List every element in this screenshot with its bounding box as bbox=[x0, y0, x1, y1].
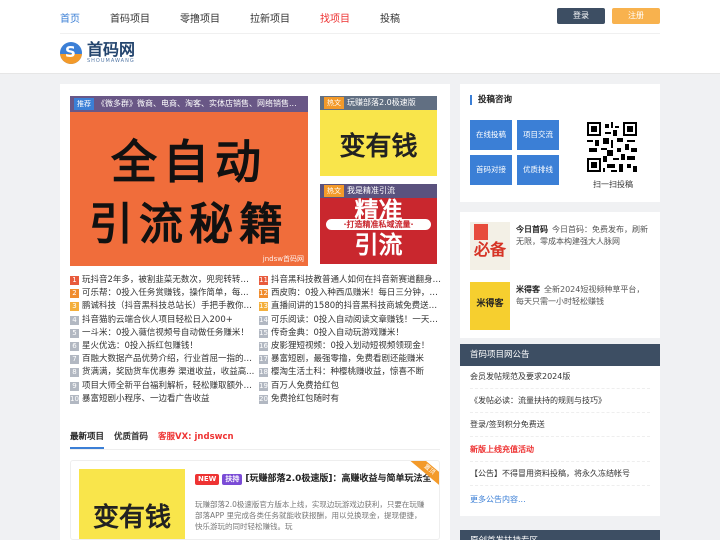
post-card[interactable]: 变有钱 NEW 扶持 [玩赚部落2.0极速版]：高赚收益与简单玩法全解析 玩赚部落2… bbox=[70, 460, 440, 540]
divider bbox=[470, 485, 650, 486]
list-item[interactable]: 9 项目大师全新平台福利解析，轻松赚取额外收... bbox=[70, 380, 255, 393]
list-item[interactable]: 11 抖音黑科技教普通人如何在抖音新赛道翻身，... bbox=[259, 274, 444, 287]
announcement-panel: 首码项目网公告 会员发帖规范及要求2024版 《发帖必读：流量扶持的规则与技巧》… bbox=[460, 344, 660, 516]
nav-lingru[interactable]: 零撸项目 bbox=[180, 10, 220, 25]
thumb2-sub: ·打造精准私域流量· bbox=[326, 219, 431, 230]
list-item[interactable]: 6 星火优选：0投入拆红包赚钱！ bbox=[70, 340, 255, 353]
main-content: 推荐 《微多群》微商、电商、淘客、实体店销售、网络销售... 全自动 引流秘籍 j… bbox=[60, 84, 450, 540]
logo-name: 首码网 bbox=[87, 40, 136, 59]
list-item[interactable]: 13 直播间讲的1580的抖音黑科技商城免费送，... bbox=[259, 300, 444, 313]
announcement-item[interactable]: 会员发帖规范及要求2024版 bbox=[470, 371, 570, 382]
list-item[interactable]: 18 樱淘生活土科：种樱桃赚收益，惊喜不断 bbox=[259, 366, 444, 379]
submit-panel: 投稿咨询 在线投稿 项目交流 首码对接 优质排线 扫一扫投稿 bbox=[460, 84, 660, 202]
entry-thumbnail-text: 米得客 bbox=[476, 299, 504, 309]
register-button[interactable]: 注册 bbox=[612, 8, 660, 24]
list-item[interactable]: 20 免费抢红包随时有 bbox=[259, 393, 444, 406]
thumb1-badge: 热文 bbox=[324, 97, 344, 109]
entry-thumbnail: 米得客 bbox=[470, 282, 510, 330]
announcement-item[interactable]: 登录/签到积分免费送 bbox=[470, 419, 545, 430]
featured-thumb-1[interactable]: 热文 玩赚部落2.0极速版 变有钱 bbox=[320, 96, 437, 176]
nav-submit[interactable]: 投稿 bbox=[380, 10, 400, 25]
thumb2-caption: 我是精准引流 bbox=[347, 186, 395, 195]
list-item[interactable]: 1 玩抖音2年多，被割韭菜无数次，兜兜转转来... bbox=[70, 274, 255, 287]
nav-laxin[interactable]: 拉新项目 bbox=[250, 10, 290, 25]
thumb1-text: 变有钱 bbox=[339, 132, 418, 162]
post-thumbnail[interactable]: 变有钱 bbox=[79, 469, 185, 539]
featured-thumb-2[interactable]: 热文 我是精准引流 精准 ·打造精准私域流量· 引流 bbox=[320, 184, 437, 264]
tab-service[interactable]: 客服VX: jndswcn bbox=[158, 430, 234, 449]
announcement-title: 首码项目网公告 bbox=[460, 344, 660, 366]
nav-divider bbox=[60, 33, 660, 34]
original-support-panel: 原创首发扶持专区 bbox=[460, 530, 660, 540]
announcement-item[interactable]: 《发帖必读：流量扶持的规则与技巧》 bbox=[470, 395, 606, 406]
submit-online-button[interactable]: 在线投稿 bbox=[470, 120, 512, 150]
hero-line1: 全自动 bbox=[111, 135, 267, 189]
entry-item[interactable]: 米得客 米得客 全新2024短视频种草平台，每天只需一小时轻松赚钱 bbox=[470, 282, 652, 330]
top-header: 首页 首码项目 零撸项目 拉新项目 找项目 投稿 登录 注册 S 首码网 SHO… bbox=[0, 0, 720, 74]
list-item[interactable]: 17 暴富短剧，最强零撸，免费看剧还能赚米 bbox=[259, 353, 444, 366]
entry-name: 米得客 bbox=[516, 285, 540, 294]
announcement-item[interactable]: 【公告】不得冒用资料投稿，将永久冻结帐号 bbox=[470, 468, 630, 479]
hero-caption-bar: 推荐 《微多群》微商、电商、淘客、实体店销售、网络销售... bbox=[70, 96, 308, 112]
hero-watermark: jndsw首码网 bbox=[262, 255, 304, 263]
entry-thumbnail: 必备 bbox=[470, 222, 510, 270]
submit-panel-title: 投稿咨询 bbox=[470, 95, 512, 105]
hero-line2: 引流秘籍 bbox=[89, 199, 289, 250]
hero-badge: 推荐 bbox=[74, 98, 94, 110]
tab-latest[interactable]: 最新项目 bbox=[70, 430, 105, 449]
nav-home[interactable]: 首页 bbox=[60, 10, 80, 25]
hot-list-right: 11 抖音黑科技教普通人如何在抖音新赛道翻身，... 12 西皮购：0投入种西瓜赚米… bbox=[259, 274, 444, 406]
list-item[interactable]: 16 皮影狸短视频：0投入划动短视频领现金！ bbox=[259, 340, 444, 353]
logo-icon: S bbox=[60, 42, 82, 64]
list-item[interactable]: 7 百融大数据产品优势介绍，行业首屈一指的大... bbox=[70, 353, 255, 366]
logo-sub: SHOUMAWANG bbox=[87, 58, 135, 64]
list-item[interactable]: 19 百万人免费拾红包 bbox=[259, 380, 444, 393]
post-excerpt: 玩赚部落2.0极速版官方版本上线，实现边玩游戏边获利，只要在玩赚部落APP 里完… bbox=[195, 500, 425, 531]
list-item[interactable]: 4 抖音猫豹云端合伙人项目轻松日入200+ bbox=[70, 314, 255, 327]
list-item[interactable]: 3 鹏诚科技（抖音黑科技总站长）手把手教你如... bbox=[70, 300, 255, 313]
content-tabs: 最新项目 优质首码 客服VX: jndswcn bbox=[70, 430, 244, 449]
tabs-divider bbox=[70, 449, 440, 450]
list-item[interactable]: 5 一斗米：0投入薇信视频号自动做任务赚米！ bbox=[70, 327, 255, 340]
announcement-item-highlight[interactable]: 新版上线充值活动 bbox=[470, 444, 534, 455]
qr-caption: 扫一扫投稿 bbox=[593, 180, 633, 189]
post-title[interactable]: NEW 扶持 [玩赚部落2.0极速版]：高赚收益与简单玩法全解析 bbox=[195, 471, 431, 485]
list-item[interactable]: 8 货满满，奖励货车优惠券 渠道收益，收益高... bbox=[70, 366, 255, 379]
hero-banner[interactable]: 推荐 《微多群》微商、电商、淘客、实体店销售、网络销售... 全自动 引流秘籍 j… bbox=[70, 96, 308, 266]
entry-name: 今日首码 bbox=[516, 225, 548, 234]
project-exchange-button[interactable]: 项目交流 bbox=[517, 120, 559, 150]
more-announcements-link[interactable]: 更多公告内容... bbox=[470, 494, 526, 505]
main-nav: 首页 首码项目 零撸项目 拉新项目 找项目 投稿 bbox=[60, 0, 430, 34]
qr-code-icon bbox=[587, 122, 637, 172]
hot-list-left: 1 玩抖音2年多，被割韭菜无数次，兜兜转转来... 2 可乐帮：0投入任务赏赚钱，操… bbox=[70, 274, 255, 406]
nav-shouma[interactable]: 首码项目 bbox=[110, 10, 150, 25]
new-badge: NEW bbox=[195, 474, 220, 485]
list-item[interactable]: 12 西皮购：0投入种西瓜赚米！每日三分钟，每... bbox=[259, 287, 444, 300]
thumb2-badge: 热文 bbox=[324, 185, 344, 197]
divider bbox=[470, 388, 650, 389]
recommend-panel: 必备 今日首码 今日首码：免费发布，刷新无限，零成本构建强大人脉网 米得客 米得客… bbox=[460, 212, 660, 338]
entry-item[interactable]: 必备 今日首码 今日首码：免费发布，刷新无限，零成本构建强大人脉网 bbox=[470, 222, 652, 270]
tab-quality[interactable]: 优质首码 bbox=[114, 430, 148, 449]
post-title-text: [玩赚部落2.0极速版]：高赚收益与简单玩法全解析 bbox=[245, 474, 431, 484]
shouma-docking-button[interactable]: 首码对接 bbox=[470, 155, 512, 185]
entry-thumbnail-text: 必备 bbox=[473, 240, 506, 259]
divider bbox=[470, 461, 650, 462]
site-logo[interactable]: S 首码网 SHOUMAWANG bbox=[60, 40, 135, 66]
thumb2-text2: 引流 bbox=[354, 230, 403, 259]
post-thumbnail-text: 变有钱 bbox=[92, 503, 171, 533]
list-item[interactable]: 10 暴富短剧小程序、一边看广告收益 bbox=[70, 393, 255, 406]
divider bbox=[470, 412, 650, 413]
thumb1-caption: 玩赚部落2.0极速版 bbox=[347, 98, 416, 107]
list-item[interactable]: 14 可乐阅读：0投入自动阅读文章赚钱！一天可... bbox=[259, 314, 444, 327]
divider bbox=[470, 436, 650, 437]
category-badge: 扶持 bbox=[222, 474, 243, 485]
original-support-title: 原创首发扶持专区 bbox=[460, 530, 660, 540]
list-item[interactable]: 2 可乐帮：0投入任务赏赚钱，操作简单，每... bbox=[70, 287, 255, 300]
nav-find-project[interactable]: 找项目 bbox=[320, 10, 350, 25]
quality-lineup-button[interactable]: 优质排线 bbox=[517, 155, 559, 185]
list-item[interactable]: 15 传奇金典：0投入自动玩游戏赚米！ bbox=[259, 327, 444, 340]
login-button[interactable]: 登录 bbox=[557, 8, 605, 24]
hero-caption: 《微多群》微商、电商、淘客、实体店销售、网络销售... bbox=[97, 99, 297, 108]
